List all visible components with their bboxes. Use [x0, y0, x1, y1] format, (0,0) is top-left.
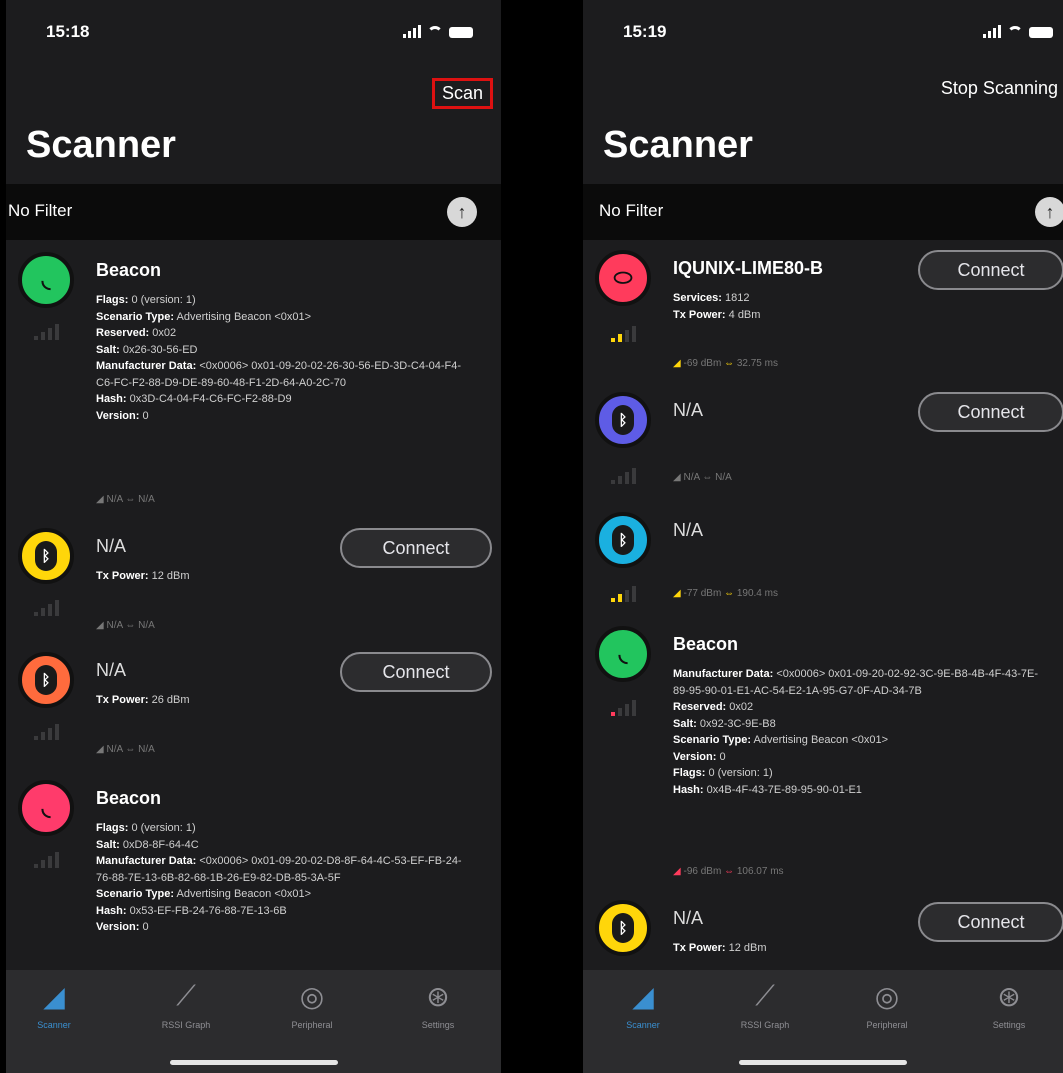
signal-strength-icon [34, 322, 59, 340]
tab-settings[interactable]: ⊛ Settings [378, 980, 498, 1030]
bluetooth-icon: ᛒ [595, 512, 651, 568]
rssi-interval: ◢ -96 dBm ⇔ 106.07 ms [673, 866, 784, 877]
device-name: N/A [96, 536, 127, 556]
rssi-interval: ◢ -69 dBm ⇔ 32.75 ms [673, 358, 778, 369]
connect-button[interactable]: Connect [918, 392, 1063, 432]
rssi-interval: ◢ N/A ⇔ N/A [96, 620, 155, 631]
device-details: Flags: 0 (version: 1) Scenario Type: Adv… [96, 294, 462, 422]
tab-bar: ◢ Scanner ⟋ RSSI Graph ◎ Peripheral ⊛ Settin… [583, 970, 1063, 1073]
device-name: N/A [673, 908, 704, 928]
bluetooth-icon: ᛒ [595, 900, 651, 956]
signal-strength-icon [34, 598, 59, 616]
graph-icon: ⟋ [755, 980, 775, 1011]
scanner-icon: ◢ [43, 981, 65, 1012]
stop-scanning-button[interactable]: Stop Scanning [941, 78, 1058, 99]
signal-strength-icon [611, 584, 636, 602]
connect-button[interactable]: Connect [340, 528, 492, 568]
peripheral-icon: ◎ [299, 981, 325, 1012]
device-details: Tx Power: 12 dBm [96, 570, 190, 582]
status-icons [403, 24, 473, 38]
device-details: Services: 1812 Tx Power: 4 dBm [673, 292, 761, 321]
tab-rssi-graph[interactable]: ⟋ RSSI Graph [126, 980, 246, 1030]
home-indicator [739, 1060, 907, 1065]
home-indicator [169, 1060, 338, 1065]
beacon-icon: ◟ [18, 252, 74, 308]
rssi-interval: ◢ N/A ⇔ N/A [96, 494, 155, 505]
tab-scanner[interactable]: ◢ Scanner [583, 980, 703, 1030]
filter-toggle-icon[interactable]: ↑ [1035, 197, 1063, 227]
signal-strength-icon [611, 698, 636, 716]
status-time: 15:18 [46, 22, 90, 41]
tab-bar: ◢ Scanner ⟋ RSSI Graph ◎ Peripheral ⊛ Settin… [6, 970, 501, 1073]
bluetooth-icon: ᛒ [595, 392, 651, 448]
connect-button[interactable]: Connect [918, 250, 1063, 290]
beacon-icon: ◟ [595, 626, 651, 682]
filter-label: No Filter [599, 201, 664, 220]
device-details: Manufacturer Data: <0x0006> 0x01-09-20-0… [673, 668, 1039, 796]
wifi-icon [1007, 26, 1023, 38]
device-name: IQUNIX-LIME80-B [673, 258, 824, 278]
rssi-interval: ◢ -77 dBm ⇔ 190.4 ms [673, 588, 778, 599]
bluetooth-icon: ᛒ [18, 528, 74, 584]
scanner-screen-right: 15:19 Stop Scanning Scanner No Filter ↑ … [583, 0, 1063, 1073]
tab-settings[interactable]: ⊛ Settings [949, 980, 1063, 1030]
signal-strength-icon [34, 722, 59, 740]
device-name: Beacon [96, 260, 162, 280]
battery-icon [1029, 27, 1053, 38]
connect-button[interactable]: Connect [340, 652, 492, 692]
peripheral-icon: ◎ [874, 981, 900, 1012]
status-time: 15:19 [623, 22, 667, 41]
bluetooth-icon: ᛒ [18, 652, 74, 708]
page-title: Scanner [26, 124, 176, 166]
status-bar: 15:18 [6, 0, 501, 60]
tab-scanner[interactable]: ◢ Scanner [6, 980, 114, 1030]
tab-rssi-graph[interactable]: ⟋ RSSI Graph [705, 980, 825, 1030]
scanner-icon: ◢ [632, 981, 654, 1012]
device-name: N/A [673, 400, 704, 420]
signal-strength-icon [611, 324, 636, 342]
battery-icon [449, 27, 473, 38]
device-name: N/A [673, 520, 704, 540]
device-name: Beacon [96, 788, 162, 808]
device-details: Tx Power: 26 dBm [96, 694, 190, 706]
status-icons [983, 24, 1053, 38]
tab-peripheral[interactable]: ◎ Peripheral [827, 980, 947, 1030]
filter-toggle-icon[interactable]: ↑ [447, 197, 477, 227]
connect-button[interactable]: Connect [918, 902, 1063, 942]
tab-peripheral[interactable]: ◎ Peripheral [252, 980, 372, 1030]
cellular-icon [403, 24, 421, 38]
filter-bar[interactable]: No Filter ↑ [6, 184, 501, 240]
keyboard-icon: ⬭ [595, 250, 651, 306]
device-name: Beacon [673, 634, 739, 654]
signal-strength-icon [34, 850, 59, 868]
device-details: Flags: 0 (version: 1) Salt: 0xD8-8F-64-4… [96, 822, 462, 933]
graph-icon: ⟋ [176, 980, 196, 1011]
status-bar: 15:19 [583, 0, 1063, 60]
filter-bar[interactable]: No Filter ↑ [583, 184, 1063, 240]
scan-button[interactable]: Scan [431, 78, 493, 109]
signal-strength-icon [611, 466, 636, 484]
device-details: Tx Power: 12 dBm [673, 942, 767, 954]
beacon-icon: ◟ [18, 780, 74, 836]
scanner-screen-left: 15:18 Scan Scanner No Filter ↑ ◟ Beacon … [6, 0, 501, 1073]
rssi-interval: ◢ N/A ⇔ N/A [96, 744, 155, 755]
device-name: N/A [96, 660, 127, 680]
wifi-icon [427, 26, 443, 38]
filter-label: No Filter [8, 201, 73, 220]
settings-icon: ⊛ [997, 981, 1021, 1012]
settings-icon: ⊛ [426, 981, 450, 1012]
rssi-interval: ◢ N/A ⇔ N/A [673, 472, 732, 483]
cellular-icon [983, 24, 1001, 38]
page-title: Scanner [603, 124, 753, 166]
